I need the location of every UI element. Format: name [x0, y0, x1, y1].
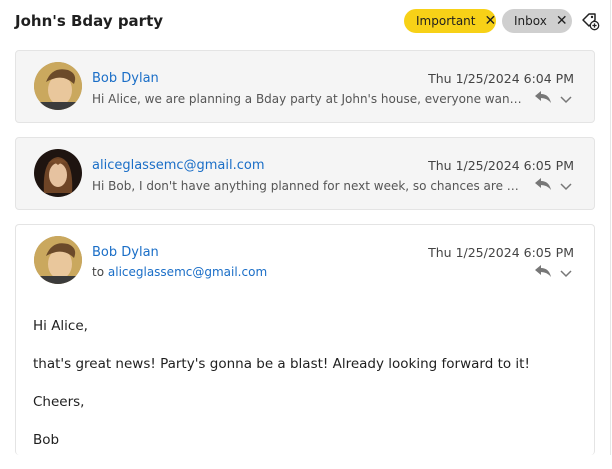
thread-header: John's Bday party Important ✕ Inbox ✕: [0, 0, 612, 44]
tag-important[interactable]: Important ✕: [404, 9, 496, 33]
sender-email[interactable]: aliceglassemc@gmail.com: [92, 158, 265, 173]
message-date: Thu 1/25/2024 6:04 PM: [428, 71, 574, 86]
message-actions: [534, 176, 572, 195]
message-date: Thu 1/25/2024 6:05 PM: [428, 245, 574, 260]
message-expanded: Bob Dylan to aliceglassemc@gmail.com Thu…: [15, 224, 595, 455]
tag-label: Inbox: [514, 14, 547, 28]
reply-icon[interactable]: [534, 263, 552, 282]
message-collapsed[interactable]: Bob Dylan Thu 1/25/2024 6:04 PM Hi Alice…: [15, 50, 595, 123]
body-paragraph: Hi Alice,: [33, 318, 88, 334]
body-paragraph: that's great news! Party's gonna be a bl…: [33, 356, 530, 372]
message-preview: Hi Bob, I don't have anything planned fo…: [92, 179, 522, 193]
reply-icon[interactable]: [534, 176, 552, 195]
sender-name[interactable]: Bob Dylan: [92, 71, 159, 86]
tag-inbox[interactable]: Inbox ✕: [502, 9, 572, 33]
message-collapsed[interactable]: aliceglassemc@gmail.com Thu 1/25/2024 6:…: [15, 137, 595, 210]
body-paragraph: Cheers,: [33, 394, 85, 410]
recipient-line: to aliceglassemc@gmail.com: [92, 265, 267, 279]
reply-icon[interactable]: [534, 89, 552, 108]
message-actions: [534, 263, 572, 282]
avatar: [34, 236, 82, 284]
message-date: Thu 1/25/2024 6:05 PM: [428, 158, 574, 173]
avatar: [34, 149, 82, 197]
to-prefix: to: [92, 265, 105, 279]
avatar: [34, 62, 82, 110]
body-paragraph: Bob: [33, 432, 60, 448]
tag-label: Important: [416, 14, 476, 28]
thread-subject: John's Bday party: [15, 12, 164, 30]
chevron-down-icon[interactable]: [560, 176, 572, 195]
reading-pane: John's Bday party Important ✕ Inbox ✕ Bo…: [0, 0, 611, 455]
message-body: Hi Alice, that's great news! Party's gon…: [33, 317, 530, 469]
recipient-email[interactable]: aliceglassemc@gmail.com: [108, 265, 267, 279]
add-tag-icon[interactable]: [580, 11, 600, 31]
message-preview: Hi Alice, we are planning a Bday party a…: [92, 92, 522, 106]
message-actions: [534, 89, 572, 108]
chevron-down-icon[interactable]: [560, 263, 572, 282]
sender-name[interactable]: Bob Dylan: [92, 245, 159, 260]
chevron-down-icon[interactable]: [560, 89, 572, 108]
remove-tag-icon[interactable]: ✕: [485, 14, 497, 28]
remove-tag-icon[interactable]: ✕: [556, 14, 568, 28]
